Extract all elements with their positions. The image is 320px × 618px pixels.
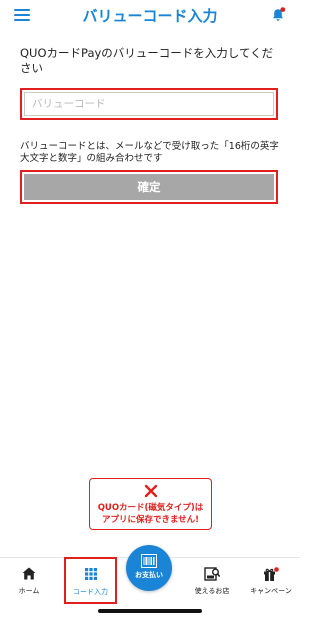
value-code-hint: バリューコードとは、メールなどで受け取った「16桁の英字大文字と数字」の組み合わ… — [20, 141, 279, 164]
store-icon — [204, 567, 220, 581]
nav-item-shops[interactable]: 使えるお店 — [186, 558, 238, 603]
notification-badge — [280, 7, 286, 12]
pay-label: お支払い — [135, 571, 163, 579]
bell-icon[interactable] — [270, 7, 286, 23]
instruction-text: QUOカードPayのバリューコードを入力してください — [20, 46, 274, 75]
warning-text: QUOカード(磁気タイプ)は アプリに保存できません! — [90, 502, 211, 526]
grid-icon — [84, 568, 97, 580]
barcode-icon — [141, 554, 157, 568]
home-indicator — [98, 609, 202, 613]
home-icon — [22, 567, 36, 580]
warning-line-1: QUOカード(磁気タイプ)は — [97, 503, 204, 513]
nav-label-campaign: キャンペーン — [250, 587, 292, 595]
value-code-input[interactable] — [24, 92, 274, 116]
app-header: バリューコード入力 — [0, 0, 300, 30]
nav-label-home: ホーム — [18, 587, 40, 595]
page-title: バリューコード入力 — [82, 7, 218, 25]
gift-icon — [264, 567, 279, 581]
magnetic-card-warning: QUOカード(磁気タイプ)は アプリに保存できません! — [89, 478, 212, 530]
warning-line-2: アプリに保存できません! — [101, 515, 200, 525]
nav-item-home[interactable]: ホーム — [3, 558, 55, 603]
nav-label-code-input: コード入力 — [73, 588, 108, 596]
confirm-button[interactable]: 確定 — [24, 174, 274, 200]
confirm-button-highlight: 確定 — [20, 170, 278, 204]
nav-item-campaign[interactable]: キャンペーン — [244, 558, 298, 603]
close-icon — [144, 484, 158, 498]
nav-label-shops: 使えるお店 — [194, 587, 230, 595]
value-code-input-highlight — [20, 88, 278, 120]
campaign-badge — [274, 567, 279, 572]
pay-button[interactable]: お支払い — [126, 545, 172, 591]
nav-item-code-input[interactable]: コード入力 — [64, 557, 117, 604]
